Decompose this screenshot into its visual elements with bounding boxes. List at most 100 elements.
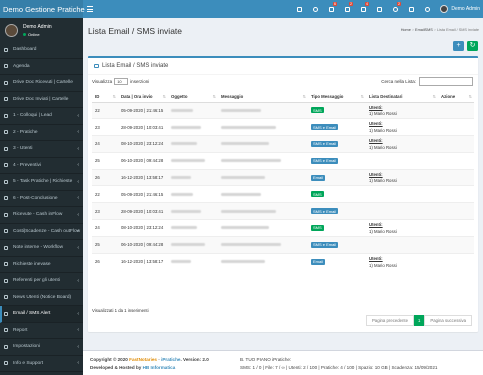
- table-row[interactable]: 23 28-09-2020 | 10:03:41 SMS e Email Utenti…: [92, 118, 474, 136]
- table-row[interactable]: 23 28-09-2020 | 10:03:41 SMS e Email: [92, 202, 474, 220]
- sidebar-item[interactable]: 2 - Pratiche ‹: [0, 124, 83, 141]
- eye-icon[interactable]: [307, 0, 323, 18]
- table-row[interactable]: 26 16-12-2020 | 13:58:17 Email Utenti: 1) Ma…: [92, 252, 474, 270]
- cell-action[interactable]: [438, 219, 474, 237]
- sidebar-item[interactable]: Dashboard: [0, 42, 83, 59]
- column-header[interactable]: Lista Destinatari ⇅: [366, 91, 438, 103]
- sidebar-item[interactable]: 6 - Post-Conclusione ‹: [0, 190, 83, 207]
- column-header[interactable]: Oggetto ⇅: [168, 91, 218, 103]
- cell-id: 23: [92, 118, 118, 136]
- envelope-icon[interactable]: 6: [323, 0, 339, 18]
- navbar-user-menu[interactable]: Demo Admin: [440, 0, 480, 18]
- sidebar-user-panel: Demo Admin Online: [0, 18, 83, 42]
- column-header[interactable]: Azione ⇅: [438, 91, 474, 103]
- cell-recipients: Utenti: 1) Mario Rossi: [366, 252, 438, 270]
- menu-item-icon: [4, 113, 8, 118]
- message-icon[interactable]: [403, 0, 419, 18]
- pagination-next-button[interactable]: Pagina successiva: [424, 315, 472, 326]
- sidebar-item[interactable]: Richieste inevase: [0, 256, 83, 273]
- column-header[interactable]: Messaggio ⇅: [218, 91, 308, 103]
- sidebar-item[interactable]: Agenda: [0, 58, 83, 75]
- table-row[interactable]: 25 06-10-2020 | 09:44:28 SMS e Email: [92, 151, 474, 170]
- footer-brand-b[interactable]: iPratiche: [161, 357, 180, 362]
- cell-date: 28-09-2020 | 10:03:41: [118, 202, 168, 220]
- sidebar-item[interactable]: 1 - Colloqui | Lead ‹: [0, 108, 83, 125]
- cell-action[interactable]: [438, 185, 474, 203]
- recipient-name: 1) Mario Rossi: [369, 262, 397, 268]
- cell-action[interactable]: [438, 252, 474, 270]
- breadcrumb-home[interactable]: Home: [401, 28, 411, 32]
- redacted-subject: [171, 192, 193, 196]
- sidebar-item[interactable]: News Utenti (Notice Board): [0, 289, 83, 306]
- footer-dev-company[interactable]: HB Informatica: [143, 365, 176, 370]
- sidebar-item[interactable]: Ricevute - Cash inFlow ‹: [0, 207, 83, 224]
- redacted-subject: [171, 260, 191, 264]
- table-row[interactable]: 22 05-09-2020 | 21:46:15 SMS Utenti: 1) Mari…: [92, 101, 474, 119]
- table-row[interactable]: 24 08-10-2020 | 23:12:24 SMS Utenti: 1) Mari…: [92, 219, 474, 237]
- sidebar-item[interactable]: 3 - Utenti ‹: [0, 141, 83, 158]
- avatar: [5, 23, 18, 37]
- column-header[interactable]: Data | Ora invio ⇅: [118, 91, 168, 103]
- sidebar-item[interactable]: Report ‹: [0, 322, 83, 339]
- sidebar-item[interactable]: Drive Doc Ricevuti | Cartelle: [0, 75, 83, 92]
- breadcrumb-section[interactable]: EmailSMS: [415, 28, 433, 32]
- sidebar-item[interactable]: Impostazioni ‹: [0, 339, 83, 356]
- sidebar-item[interactable]: Info e Support ‹: [0, 355, 83, 372]
- sidebar-item-label: Note interne - Workflow: [13, 245, 64, 251]
- search-input[interactable]: [419, 77, 473, 86]
- cell-action[interactable]: [438, 101, 474, 119]
- cell-action[interactable]: [438, 135, 474, 153]
- table-row[interactable]: 24 08-10-2020 | 23:12:24 SMS e Email Utenti…: [92, 135, 474, 153]
- cell-id: 24: [92, 135, 118, 153]
- cell-date: 28-09-2020 | 10:03:41: [118, 118, 168, 136]
- column-header-label: Lista Destinatari: [369, 93, 403, 99]
- menu-item-icon: [4, 80, 8, 85]
- column-header[interactable]: ID ⇅: [92, 91, 118, 103]
- user-status: Online: [23, 32, 52, 37]
- home-icon[interactable]: [291, 0, 307, 18]
- redacted-message: [221, 159, 281, 163]
- chevron-left-icon: ‹: [77, 228, 79, 235]
- pagination-current-page[interactable]: 1: [414, 315, 425, 326]
- column-header[interactable]: Tipo Messaggio ⇅: [308, 91, 366, 103]
- cell-action[interactable]: [438, 202, 474, 220]
- cell-message: [218, 252, 308, 270]
- cell-action[interactable]: [438, 151, 474, 170]
- chevron-left-icon: ‹: [77, 112, 79, 119]
- notification-badge: 2: [397, 2, 401, 6]
- sidebar-item[interactable]: Email / SMS Alert ‹: [0, 306, 83, 323]
- sidebar-item[interactable]: 4 - Preventivi ‹: [0, 157, 83, 174]
- length-select[interactable]: 10: [114, 78, 129, 85]
- settings-icon[interactable]: [419, 0, 435, 18]
- table-row[interactable]: 26 16-12-2020 | 13:58:17 Email Utenti: 1) Ma…: [92, 168, 474, 186]
- redacted-message: [221, 243, 281, 247]
- menu-item-icon: [4, 328, 8, 333]
- tasks-icon[interactable]: 4: [355, 0, 371, 18]
- add-button[interactable]: +: [453, 41, 464, 51]
- footer-brand-a[interactable]: FastNotaries: [129, 357, 157, 362]
- sidebar-item[interactable]: Note interne - Workflow ‹: [0, 240, 83, 257]
- sidebar-item-label: 2 - Pratiche: [13, 129, 38, 135]
- app-title[interactable]: Demo Gestione Pratiche: [0, 0, 85, 18]
- cell-action[interactable]: [438, 235, 474, 254]
- table-row[interactable]: 25 06-10-2020 | 09:44:28 SMS e Email: [92, 235, 474, 254]
- sidebar-item[interactable]: Costi|Scadenze - Cash outFlow ‹: [0, 223, 83, 240]
- sidebar-item-label: 5 - Task Pratiche | Richieste: [13, 179, 73, 185]
- calendar-icon[interactable]: 2: [339, 0, 355, 18]
- cell-date: 16-12-2020 | 13:58:17: [118, 168, 168, 186]
- cell-id: 23: [92, 202, 118, 220]
- cell-type: SMS e Email: [308, 202, 366, 220]
- pagination-prev-button[interactable]: Pagina precedente: [365, 315, 415, 326]
- sidebar-item[interactable]: Drive Doc Inviati | Cartelle: [0, 91, 83, 108]
- sidebar-item[interactable]: 5 - Task Pratiche | Richieste ‹: [0, 174, 83, 191]
- bell-icon[interactable]: 2: [387, 0, 403, 18]
- cell-action[interactable]: [438, 168, 474, 186]
- sidebar-toggle-icon[interactable]: [83, 0, 97, 18]
- refresh-button[interactable]: ↻: [467, 41, 478, 51]
- table-row[interactable]: 22 05-09-2020 | 21:46:15 SMS: [92, 185, 474, 203]
- cell-subject: [168, 252, 218, 270]
- menu-item-icon: [4, 47, 8, 52]
- sidebar-item[interactable]: Referenti per gli utenti ‹: [0, 273, 83, 290]
- folder-icon[interactable]: [371, 0, 387, 18]
- cell-action[interactable]: [438, 118, 474, 136]
